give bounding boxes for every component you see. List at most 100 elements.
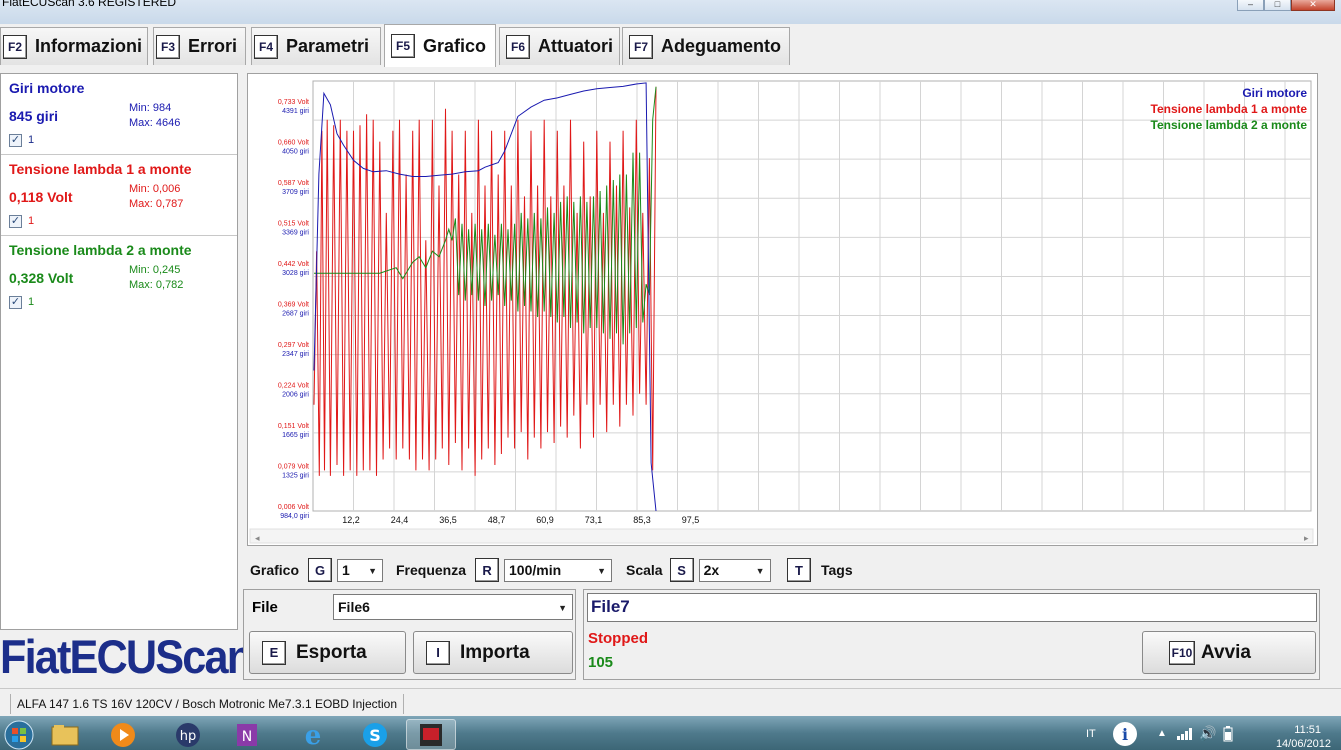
clock-time[interactable]: 11:51 [1294, 724, 1321, 736]
close-button[interactable]: ✕ [1291, 0, 1335, 11]
tab-label: Grafico [423, 35, 487, 56]
scroll-left-icon: ◂ [255, 534, 260, 544]
recording-panel: File7 Stopped 105 F10 Avvia [583, 589, 1320, 680]
tab-parametri[interactable]: F4 Parametri [251, 27, 381, 65]
minimize-button[interactable]: – [1237, 0, 1264, 11]
param-value: 0,118 Volt [9, 189, 73, 205]
y-tick-rpm: 3369 giri [282, 230, 309, 237]
clock-date[interactable]: 14/06/2012 [1276, 738, 1331, 750]
start-orb-icon[interactable] [0, 719, 38, 750]
frequenza-key[interactable]: R [475, 558, 500, 582]
skype-icon[interactable]: S [350, 719, 400, 750]
status-bar: ALFA 147 1.6 TS 16V 120CV / Bosch Motron… [0, 688, 1341, 716]
y-tick-rpm: 4050 giri [282, 149, 309, 156]
internet-explorer-icon[interactable]: e [288, 719, 338, 750]
y-tick-volt: 0,369 Volt [278, 302, 309, 309]
param-name: Giri motore [9, 80, 85, 96]
x-tick-label: 48,7 [488, 515, 506, 525]
media-player-icon[interactable] [98, 719, 148, 750]
legend-entry: Tensione lambda 1 a monte [1151, 102, 1308, 116]
window-controls: – □ ✕ [1237, 0, 1335, 11]
app-logo: FiatECUScan [0, 630, 253, 683]
export-button[interactable]: E Esporta [249, 631, 406, 674]
explorer-icon[interactable] [40, 719, 90, 750]
tab-key: F4 [254, 34, 278, 59]
y-tick-volt: 0,515 Volt [278, 221, 309, 228]
filename-input[interactable]: File7 [587, 593, 1317, 622]
maximize-button[interactable]: □ [1264, 0, 1291, 11]
tab-label: Adeguamento [661, 36, 782, 56]
y-tick-rpm: 1325 giri [282, 473, 309, 480]
file-select-value: File6 [338, 599, 370, 615]
export-key: E [262, 640, 286, 665]
export-label: Esporta [296, 641, 367, 663]
param-checkbox-label: 1 [28, 215, 35, 227]
svg-text:N: N [242, 729, 252, 745]
param-giri-motore: Giri motore 845 giri Min: 984 Max: 4646 … [1, 74, 237, 155]
y-tick-volt: 0,151 Volt [278, 423, 309, 430]
param-checkbox[interactable]: ✓ [9, 215, 22, 228]
import-key: I [426, 640, 450, 665]
info-icon[interactable]: i [1111, 720, 1139, 748]
x-tick-label: 12,2 [342, 515, 360, 525]
system-tray: IT i ▲ 🔊 11:51 14/06/2012 [1071, 716, 1341, 750]
volume-icon[interactable]: 🔊 [1199, 725, 1216, 742]
param-lambda-1: Tensione lambda 1 a monte 0,118 Volt Min… [1, 155, 237, 236]
network-icon[interactable] [1177, 728, 1193, 740]
tab-errori[interactable]: F3 Errori [153, 27, 246, 65]
y-tick-rpm: 2006 giri [282, 392, 309, 399]
start-button[interactable]: F10 Avvia [1142, 631, 1316, 674]
param-checkbox-label: 1 [28, 134, 35, 146]
hp-icon[interactable]: hp [163, 719, 213, 750]
svg-text:i: i [1122, 725, 1128, 744]
tab-informazioni[interactable]: F2 Informazioni [0, 27, 148, 65]
frequenza-select[interactable]: 100/min ▼ [504, 558, 613, 582]
y-tick-volt: 0,297 Volt [278, 342, 309, 349]
chevron-down-icon: ▼ [558, 603, 567, 613]
y-tick-volt: 0,660 Volt [278, 140, 309, 147]
frequenza-control: Frequenza R 100/min ▼ [396, 558, 613, 582]
scala-key[interactable]: S [669, 558, 694, 582]
sample-count: 105 [588, 654, 614, 671]
tab-key: F3 [156, 34, 180, 59]
param-min: Min: 0,245 [129, 264, 181, 276]
grafico-key[interactable]: G [308, 558, 333, 582]
x-tick-label: 36,5 [439, 515, 457, 525]
file-select[interactable]: File6 ▼ [333, 594, 573, 620]
grafico-select-value: 1 [342, 562, 350, 578]
battery-icon[interactable] [1223, 726, 1233, 742]
tab-key: F7 [629, 34, 653, 59]
frequenza-select-value: 100/min [509, 562, 562, 578]
param-checkbox[interactable]: ✓ [9, 134, 22, 147]
import-button[interactable]: I Importa [413, 631, 573, 674]
parameter-panel: Giri motore 845 giri Min: 984 Max: 4646 … [0, 73, 238, 630]
language-indicator[interactable]: IT [1086, 728, 1096, 740]
x-tick-label: 24,4 [391, 515, 409, 525]
frequenza-label: Frequenza [396, 562, 467, 578]
y-tick-volt: 0,079 Volt [278, 464, 309, 471]
tags-key[interactable]: T [787, 558, 811, 582]
tab-attuatori[interactable]: F6 Attuatori [499, 27, 620, 65]
x-tick-label: 85,3 [633, 515, 651, 525]
tab-strip: F2 Informazioni F3 Errori F4 Parametri F… [0, 24, 1341, 67]
y-tick-rpm: 3028 giri [282, 270, 309, 277]
y-tick-rpm: 984,0 giri [280, 513, 309, 520]
y-tick-volt: 0,006 Volt [278, 504, 309, 511]
scala-select[interactable]: 2x ▼ [698, 558, 771, 582]
tab-adeguamento[interactable]: F7 Adeguamento [622, 27, 790, 65]
tags-label[interactable]: Tags [821, 562, 853, 578]
param-checkbox[interactable]: ✓ [9, 296, 22, 309]
onenote-icon[interactable]: N [222, 719, 272, 750]
filename-value: File7 [591, 597, 630, 616]
grafico-select[interactable]: 1 ▼ [337, 558, 384, 582]
chevron-down-icon: ▼ [368, 565, 378, 576]
param-checkbox-label: 1 [28, 296, 35, 308]
param-min: Min: 0,006 [129, 183, 181, 195]
tab-grafico[interactable]: F5 Grafico [384, 24, 496, 67]
scala-control: Scala S 2x ▼ [626, 558, 771, 582]
window-title: FiatECUScan 3.6 REGISTERED [2, 0, 177, 9]
svg-text:S: S [369, 726, 381, 745]
fiatecuscan-taskbar-icon[interactable] [406, 719, 456, 750]
tray-expand-icon[interactable]: ▲ [1157, 728, 1167, 739]
scala-select-value: 2x [703, 562, 720, 578]
